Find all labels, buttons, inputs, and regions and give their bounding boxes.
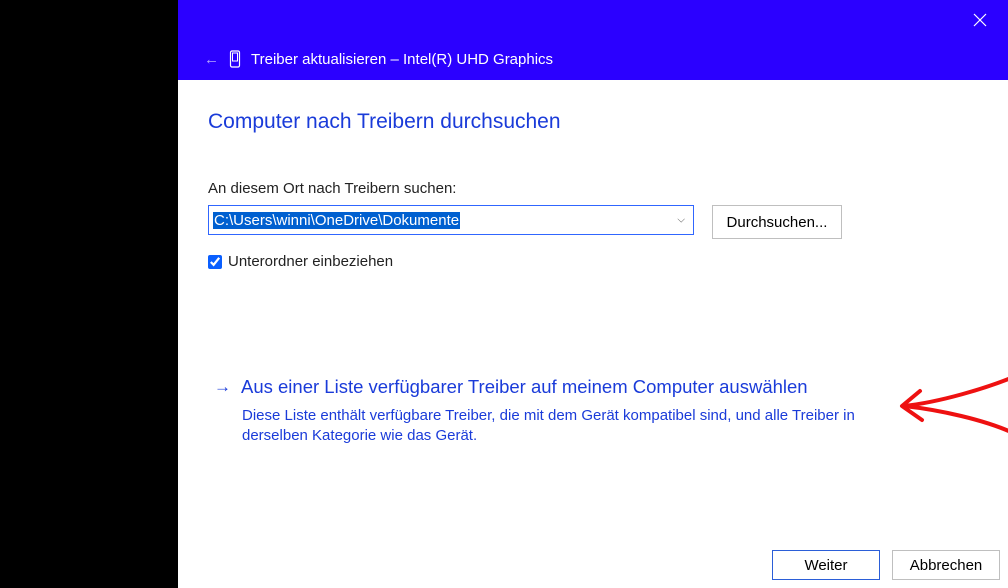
include-subfolders-checkbox[interactable] bbox=[208, 255, 222, 269]
arrow-right-icon: → bbox=[214, 377, 231, 397]
device-icon bbox=[229, 50, 241, 68]
include-subfolders-row[interactable]: Unterordner einbeziehen bbox=[208, 253, 978, 270]
chevron-down-icon[interactable]: ⌵ bbox=[677, 215, 685, 226]
next-button[interactable]: Weiter bbox=[772, 550, 880, 580]
search-location-label: An diesem Ort nach Treibern suchen: bbox=[208, 180, 978, 197]
pick-from-list-option[interactable]: → Aus einer Liste verfügbarer Treiber au… bbox=[214, 376, 980, 447]
cancel-button[interactable]: Abbrechen bbox=[892, 550, 1000, 580]
option-description: Diese Liste enthält verfügbare Treiber, … bbox=[214, 406, 904, 447]
browse-button[interactable]: Durchsuchen... bbox=[712, 205, 842, 239]
dialog-title: Treiber aktualisieren – Intel(R) UHD Gra… bbox=[251, 51, 553, 68]
left-black-region bbox=[0, 0, 178, 588]
titlebar: ← Treiber aktualisieren – Intel(R) UHD G… bbox=[178, 0, 1008, 80]
page-heading: Computer nach Treibern durchsuchen bbox=[208, 110, 978, 134]
update-driver-dialog: ← Treiber aktualisieren – Intel(R) UHD G… bbox=[178, 0, 1008, 588]
dialog-content: Computer nach Treibern durchsuchen An di… bbox=[178, 80, 1008, 542]
back-arrow-icon[interactable]: ← bbox=[204, 51, 219, 68]
dialog-footer: Weiter Abbrechen bbox=[178, 542, 1008, 588]
path-combobox[interactable]: C:\Users\winni\OneDrive\Dokumente ⌵ bbox=[208, 205, 694, 235]
option-title: Aus einer Liste verfügbarer Treiber auf … bbox=[241, 376, 808, 398]
close-icon[interactable] bbox=[968, 8, 992, 32]
include-subfolders-label: Unterordner einbeziehen bbox=[228, 253, 393, 270]
path-value: C:\Users\winni\OneDrive\Dokumente bbox=[213, 212, 460, 229]
